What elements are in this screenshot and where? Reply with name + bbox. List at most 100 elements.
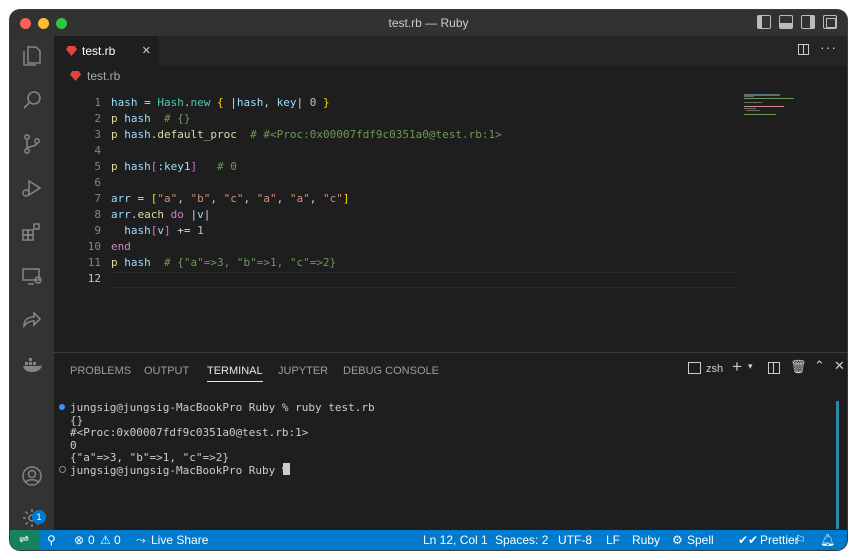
code-token: arr (111, 208, 131, 221)
code-line[interactable]: arr.each do |v| (111, 208, 210, 221)
extensions-icon[interactable] (20, 220, 44, 244)
command-pending-marker-icon[interactable] (59, 466, 66, 473)
code-token: hash (111, 96, 138, 109)
code-line[interactable]: p hash[:key1] # 0 (111, 160, 237, 173)
run-debug-icon[interactable] (20, 176, 44, 200)
panel-tab-output[interactable]: OUTPUT (144, 365, 189, 377)
status-bar: ⇌ ⚲ ⊗ 0 ⚠ 0 ⤳ Live Share Ln 12, Col 1 Sp… (10, 530, 847, 550)
panel-tab-jupyter[interactable]: JUPYTER (278, 365, 328, 377)
activity-bar: 1 (10, 36, 54, 530)
close-panel-icon[interactable]: ✕ (834, 358, 845, 374)
more-actions-icon[interactable]: ··· (820, 39, 837, 55)
remote-indicator-icon[interactable]: ⇌ (10, 530, 40, 550)
panel-tab-debug-console[interactable]: DEBUG CONSOLE (343, 365, 439, 377)
code-token: "a" (157, 192, 178, 205)
code-line[interactable]: end (111, 240, 131, 253)
command-success-marker-icon[interactable] (59, 404, 65, 410)
encoding[interactable]: UTF-8 (558, 533, 592, 547)
explorer-icon[interactable] (20, 44, 44, 68)
code-line[interactable]: hash[v] += 1 (111, 224, 204, 237)
kill-terminal-trash-icon[interactable]: 🗑 (790, 359, 807, 375)
window-title: test.rb — Ruby (388, 16, 469, 30)
code-token: p (111, 160, 118, 173)
customize-layout-icon[interactable] (823, 15, 837, 29)
docker-icon[interactable] (20, 352, 44, 376)
remote-explorer-icon[interactable] (20, 264, 44, 288)
cursor-position[interactable]: Ln 12, Col 1 (423, 533, 488, 547)
code-token: , (263, 96, 277, 109)
code-token: "b" (190, 192, 211, 205)
code-token: "a" (256, 192, 277, 205)
feedback-icon[interactable]: ⚐ (795, 533, 806, 547)
terminal-scrollbar[interactable] (836, 401, 839, 529)
code-token: hash (124, 160, 151, 173)
source-control-icon[interactable] (20, 132, 44, 156)
code-token: = (130, 192, 151, 205)
tab-test-rb[interactable]: test.rb × (54, 36, 158, 66)
live-share-status-icon[interactable]: ⤳ (136, 533, 146, 548)
toggle-panel-icon[interactable] (779, 15, 793, 29)
code-token: key (276, 96, 297, 109)
errors-icon[interactable]: ⊗ (74, 533, 84, 547)
panel-tab-terminal[interactable]: TERMINAL (207, 365, 263, 382)
terminal-line: {"a"=>3, "b"=>1, "c"=>2} (70, 451, 229, 464)
line-number: 10 (87, 240, 101, 253)
code-token: v (157, 224, 164, 237)
code-token: Hash (157, 96, 184, 109)
code-line[interactable]: p hash # {"a"=>3, "b"=>1, "c"=>2} (111, 256, 336, 269)
prettier-status[interactable]: Prettier (760, 533, 799, 547)
line-number: 7 (94, 192, 101, 205)
code-token: p (111, 112, 118, 125)
source-control-status-icon[interactable]: ⚲ (47, 533, 56, 547)
code-token: each (137, 208, 165, 221)
code-token: arr (111, 192, 131, 205)
terminal-cursor (283, 463, 290, 475)
language-mode[interactable]: Ruby (632, 533, 660, 547)
code-line[interactable]: arr = ["a", "b", "c", "a", "a", "c"] (111, 192, 350, 205)
code-token: v (197, 208, 204, 221)
code-editor[interactable]: 1 hash = Hash.new { |hash, key| 0 } 2 p has… (54, 86, 847, 352)
warnings-count[interactable]: 0 (114, 533, 121, 547)
account-icon[interactable] (20, 464, 44, 488)
tab-close-icon[interactable]: × (142, 42, 151, 59)
panel-tab-problems[interactable]: PROBLEMS (70, 365, 131, 377)
code-token: += (170, 224, 198, 237)
code-line[interactable]: p hash.default_proc # #<Proc:0x00007fdf9… (111, 128, 502, 141)
indentation[interactable]: Spaces: 2 (495, 533, 548, 547)
code-token: { (217, 96, 224, 109)
code-token: , (243, 192, 257, 205)
new-terminal-icon[interactable]: + (732, 357, 742, 377)
code-line[interactable]: p hash # {} (111, 112, 191, 125)
notifications-bell-icon[interactable]: 🔔︎ (820, 533, 835, 547)
search-icon[interactable] (20, 88, 44, 112)
prettier-check-icon[interactable]: ✔✔ (738, 533, 758, 547)
minimap[interactable] (744, 94, 804, 118)
code-token: p (111, 256, 118, 269)
code-token: new (190, 96, 211, 109)
maximize-panel-chevron-up-icon[interactable]: ⌃ (814, 358, 825, 374)
live-share-icon[interactable] (20, 308, 44, 332)
live-share-button[interactable]: Live Share (151, 533, 208, 547)
terminal-dropdown-chevron-icon[interactable]: ▾ (748, 361, 753, 372)
end-of-line[interactable]: LF (606, 533, 620, 547)
errors-count[interactable]: 0 (88, 533, 95, 547)
terminal-line: jungsig@jungsig-MacBookPro Ruby % ruby t… (70, 401, 375, 414)
ruby-file-icon (70, 71, 81, 81)
line-number: 6 (94, 176, 101, 189)
terminal-shell-icon (688, 362, 701, 374)
split-editor-icon[interactable] (798, 44, 809, 55)
toggle-secondary-sidebar-icon[interactable] (801, 15, 815, 29)
bottom-panel: PROBLEMS OUTPUT TERMINAL JUPYTER DEBUG CONSO… (54, 352, 847, 531)
breadcrumb-file[interactable]: test.rb (87, 69, 120, 83)
code-line[interactable]: hash = Hash.new { |hash, key| 0 } (111, 96, 330, 109)
warnings-icon[interactable]: ⚠ (100, 533, 111, 547)
settings-update-badge: 1 (32, 510, 46, 524)
split-terminal-icon[interactable] (768, 362, 780, 374)
toggle-primary-sidebar-icon[interactable] (757, 15, 771, 29)
current-line-highlight (111, 272, 737, 288)
spell-icon[interactable]: ⚙ (672, 533, 683, 547)
terminal-shell-name[interactable]: zsh (706, 363, 723, 375)
spell-status[interactable]: Spell (687, 533, 714, 547)
ruby-file-icon (66, 46, 77, 56)
